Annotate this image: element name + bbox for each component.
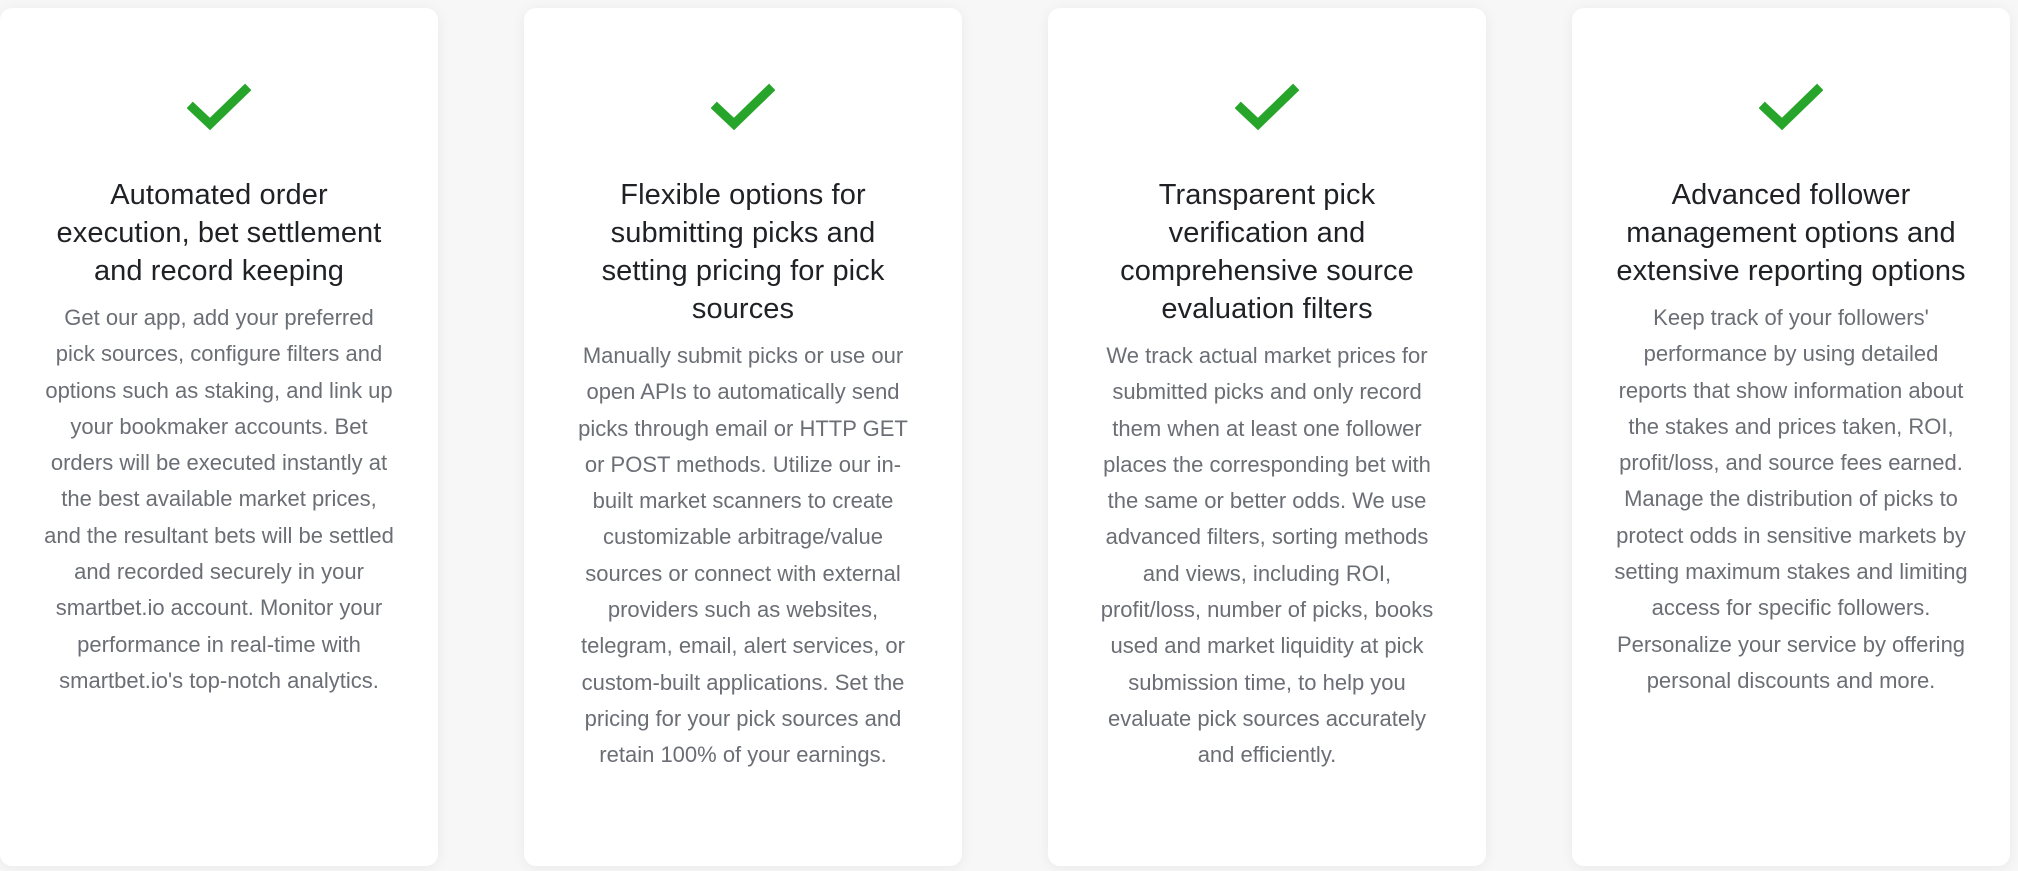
feature-card-description: Manually submit picks or use our open AP… — [578, 343, 908, 768]
checkmark-icon — [1759, 83, 1823, 131]
checkmark-icon — [1235, 83, 1299, 131]
feature-card-description: Keep track of your followers' performanc… — [1614, 305, 1968, 693]
checkmark-icon — [711, 83, 775, 131]
feature-card-follower-management: Advanced follower management options and… — [1572, 8, 2010, 866]
feature-card-title: Advanced follower management options and… — [1616, 179, 1966, 287]
feature-card-automated-execution: Automated order execution, bet settlemen… — [0, 8, 438, 866]
feature-card-description: Get our app, add your preferred pick sou… — [44, 305, 394, 693]
feature-card-title: Transparent pick verification and compre… — [1120, 179, 1414, 325]
checkmark-icon — [187, 83, 251, 131]
feature-card-transparent-verification: Transparent pick verification and compre… — [1048, 8, 1486, 866]
feature-card-description: We track actual market prices for submit… — [1100, 343, 1434, 768]
feature-card-title: Automated order execution, bet settlemen… — [56, 179, 382, 287]
feature-cards: Automated order execution, bet settlemen… — [0, 0, 2018, 871]
feature-card-flexible-options: Flexible options for submitting picks an… — [524, 8, 962, 866]
feature-card-title: Flexible options for submitting picks an… — [601, 179, 885, 325]
